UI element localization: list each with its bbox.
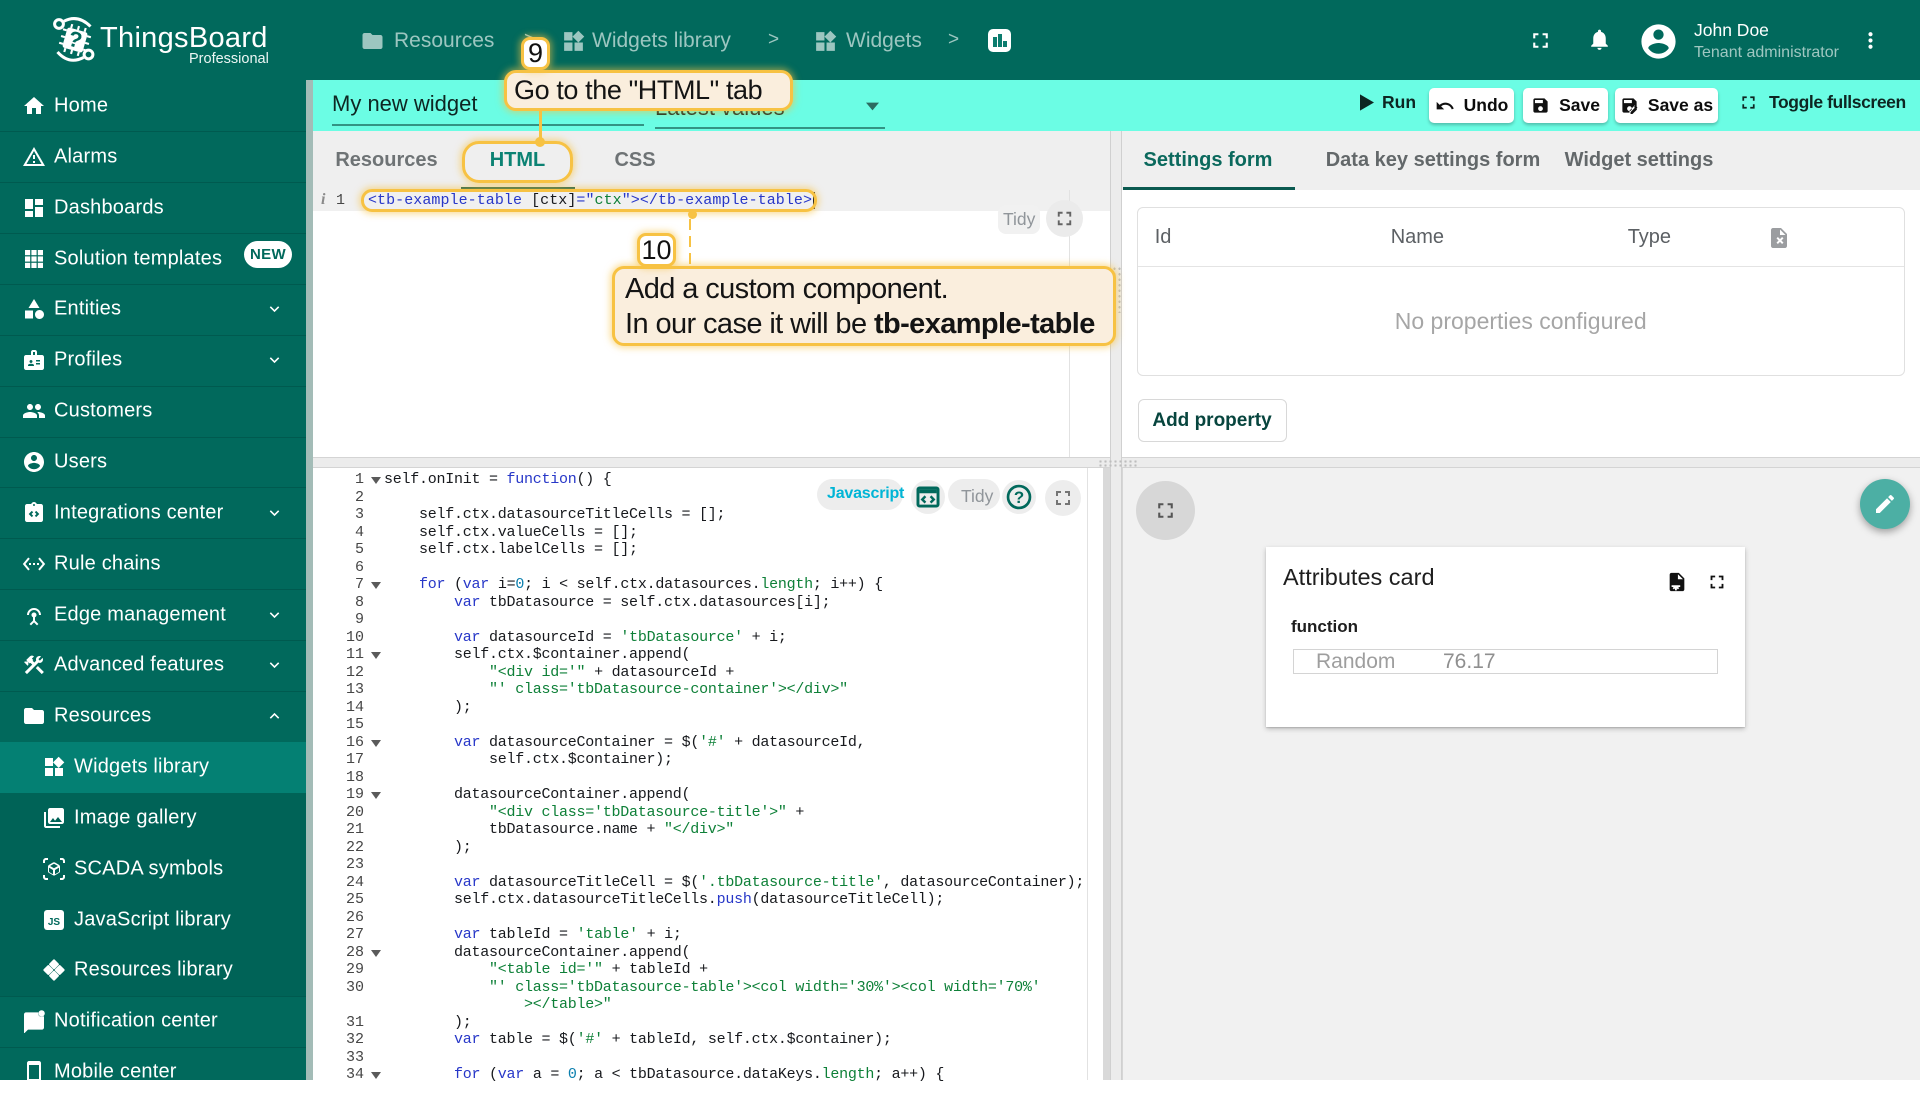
svg-text:?: ? xyxy=(1014,488,1024,507)
svg-text:JS: JS xyxy=(48,917,61,928)
